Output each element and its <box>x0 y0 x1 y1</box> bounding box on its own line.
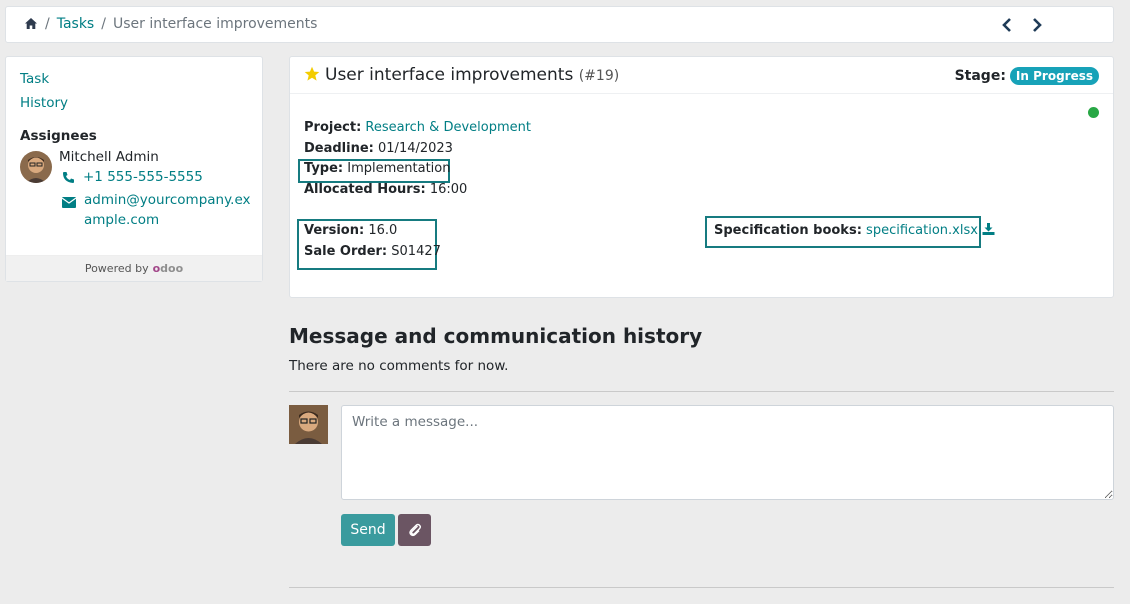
sidebar: Task History Assignees Mitchell Admin +1… <box>5 56 263 282</box>
powered-by-text: Powered by <box>84 262 149 275</box>
project-link[interactable]: Research & Development <box>365 120 531 135</box>
sidebar-item-task[interactable]: Task <box>20 71 49 87</box>
sidebar-nav: Task History <box>20 67 68 115</box>
version-value: 16.0 <box>368 223 398 238</box>
assignee-email: admin@yourcompany.example.com <box>61 190 252 230</box>
download-icon[interactable] <box>982 222 995 235</box>
task-number: (#19) <box>578 68 620 84</box>
task-title: User interface improvements (#19) <box>325 65 619 85</box>
type-field: Type: Implementation <box>304 159 451 179</box>
allocated-hours-value: 16:00 <box>429 182 468 197</box>
assignee-name: Mitchell Admin <box>59 149 159 165</box>
attach-button[interactable] <box>398 514 431 546</box>
envelope-icon <box>61 194 77 208</box>
home-icon[interactable] <box>24 17 38 31</box>
chevron-left-icon[interactable] <box>1001 16 1013 34</box>
task-title-text: User interface improvements <box>325 65 574 85</box>
star-icon[interactable] <box>304 66 320 82</box>
specification-label: Specification books: <box>714 223 862 238</box>
divider <box>289 587 1114 588</box>
sale-order-label: Sale Order: <box>304 244 388 259</box>
specification-field: Specification books: specification.xlsx <box>714 221 995 241</box>
version-field: Version: 16.0 <box>304 221 397 241</box>
assignee-email-link[interactable]: admin@yourcompany.example.com <box>84 190 252 230</box>
sale-order-field: Sale Order: S01427 <box>304 242 441 262</box>
stage-badge: In Progress <box>1009 67 1099 85</box>
project-field: Project: Research & Development <box>304 118 531 138</box>
sidebar-item-history[interactable]: History <box>20 95 68 111</box>
allocated-hours-field: Allocated Hours: 16:00 <box>304 180 467 200</box>
breadcrumb-separator: / <box>101 16 106 32</box>
assignee-phone-link[interactable]: +1 555-555-5555 <box>83 169 203 185</box>
breadcrumb-bar: / Tasks / User interface improvements <box>5 6 1114 43</box>
task-stage: Stage: In Progress <box>955 67 1099 85</box>
breadcrumb-current: User interface improvements <box>112 16 318 32</box>
phone-icon <box>62 171 75 184</box>
stage-label: Stage: <box>954 68 1006 84</box>
deadline-value: 01/14/2023 <box>378 141 453 156</box>
message-input[interactable] <box>341 405 1114 500</box>
breadcrumb-tasks-link[interactable]: Tasks <box>57 16 95 32</box>
type-label: Type: <box>304 161 344 176</box>
powered-by-footer: Powered by odoo <box>6 255 262 281</box>
chevron-right-icon[interactable] <box>1031 16 1043 34</box>
assignees-label: Assignees <box>20 128 97 144</box>
type-value: Implementation <box>347 161 451 176</box>
record-pager <box>1001 16 1043 34</box>
task-header: User interface improvements (#19) Stage:… <box>290 57 1113 94</box>
assignee-phone: +1 555-555-5555 <box>62 169 203 185</box>
deadline-label: Deadline: <box>304 141 374 156</box>
no-comments-text: There are no comments for now. <box>289 358 509 374</box>
sale-order-value: S01427 <box>391 244 441 259</box>
odoo-logo[interactable]: odoo <box>153 262 184 275</box>
divider <box>289 391 1114 392</box>
avatar <box>20 151 52 183</box>
allocated-hours-label: Allocated Hours: <box>304 182 426 197</box>
breadcrumb: / Tasks / User interface improvements <box>24 16 317 32</box>
task-card: User interface improvements (#19) Stage:… <box>289 56 1114 298</box>
deadline-field: Deadline: 01/14/2023 <box>304 139 453 159</box>
specification-file-link[interactable]: specification.xlsx <box>866 223 978 238</box>
avatar <box>289 405 328 444</box>
breadcrumb-separator: / <box>45 16 50 32</box>
chatter-title: Message and communication history <box>289 324 703 348</box>
status-indicator <box>1088 107 1099 118</box>
paperclip-icon <box>408 523 422 537</box>
version-label: Version: <box>304 223 365 238</box>
send-button[interactable]: Send <box>341 514 395 546</box>
project-label: Project: <box>304 120 362 135</box>
